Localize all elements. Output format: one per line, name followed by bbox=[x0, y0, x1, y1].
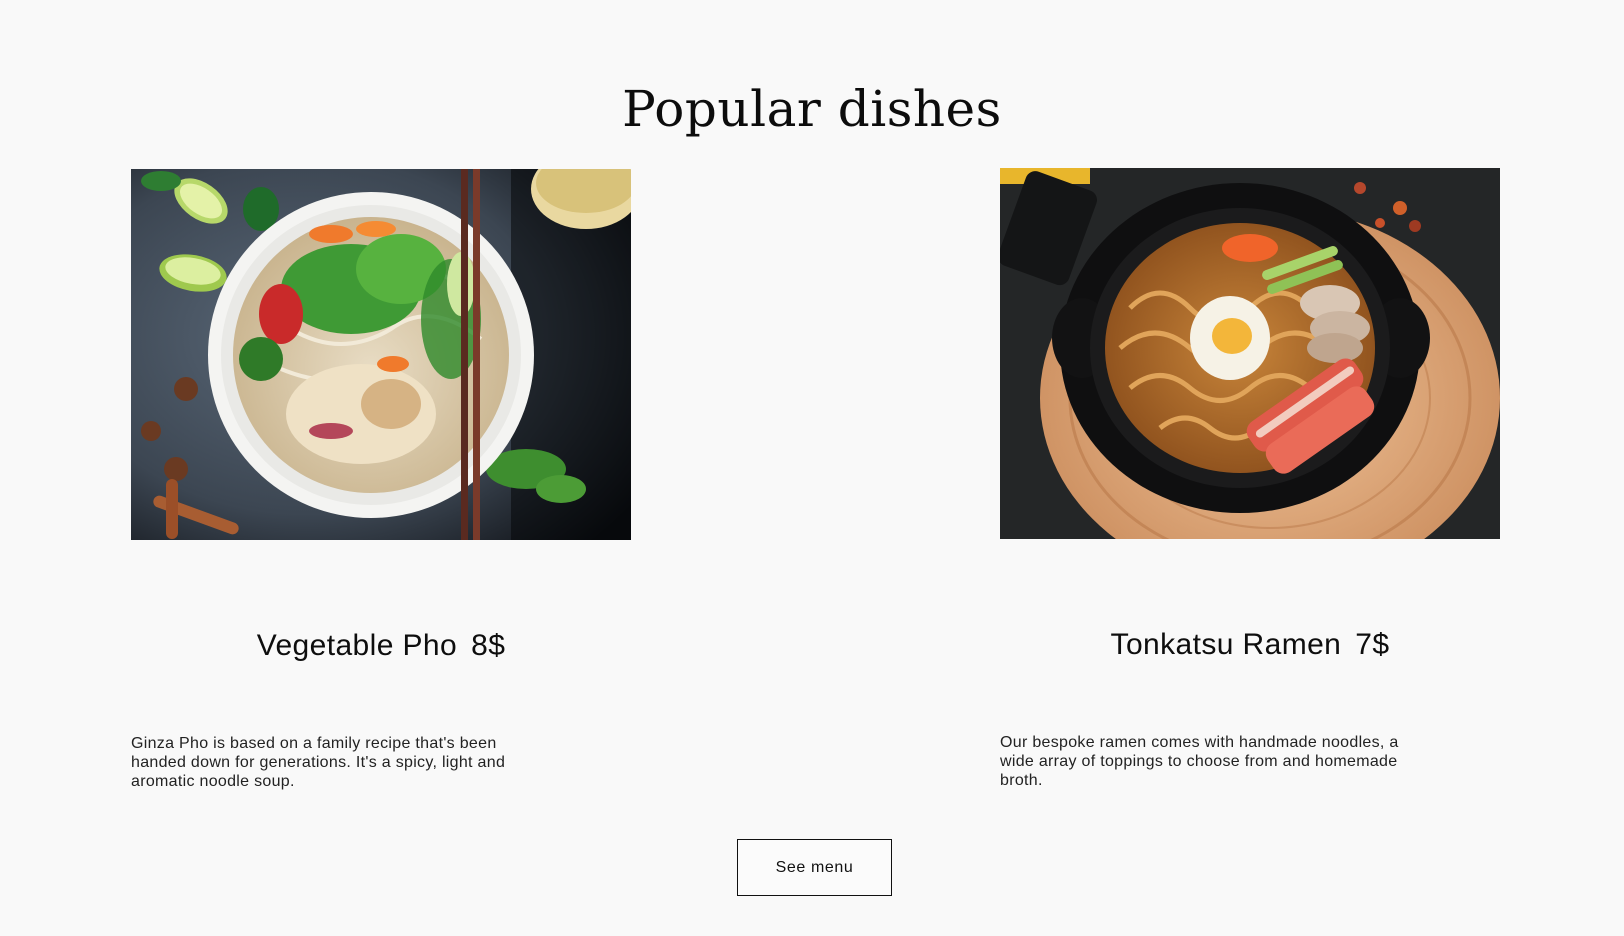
dish-heading: Vegetable Pho 8$ bbox=[131, 626, 631, 666]
dish-name: Vegetable Pho bbox=[256, 629, 458, 662]
see-menu-button[interactable]: See menu bbox=[737, 839, 892, 896]
dish-description: Our bespoke ramen comes with handmade no… bbox=[1000, 734, 1399, 789]
ramen-bowl-photo[interactable] bbox=[1000, 168, 1500, 539]
dish-name: Tonkatsu Ramen bbox=[1110, 628, 1342, 661]
pho-bowl-photo[interactable] bbox=[131, 169, 631, 540]
dish-heading: Tonkatsu Ramen 7$ bbox=[1000, 625, 1500, 665]
dish-description: Ginza Pho is based on a family recipe th… bbox=[131, 735, 506, 790]
dish-price: 7$ bbox=[1355, 628, 1390, 661]
dish-price: 8$ bbox=[471, 629, 506, 662]
section-title: Popular dishes bbox=[622, 79, 1002, 138]
popular-dishes-section: Popular dishes Vegetable Pho 8$ Ginza Ph… bbox=[0, 0, 1624, 936]
